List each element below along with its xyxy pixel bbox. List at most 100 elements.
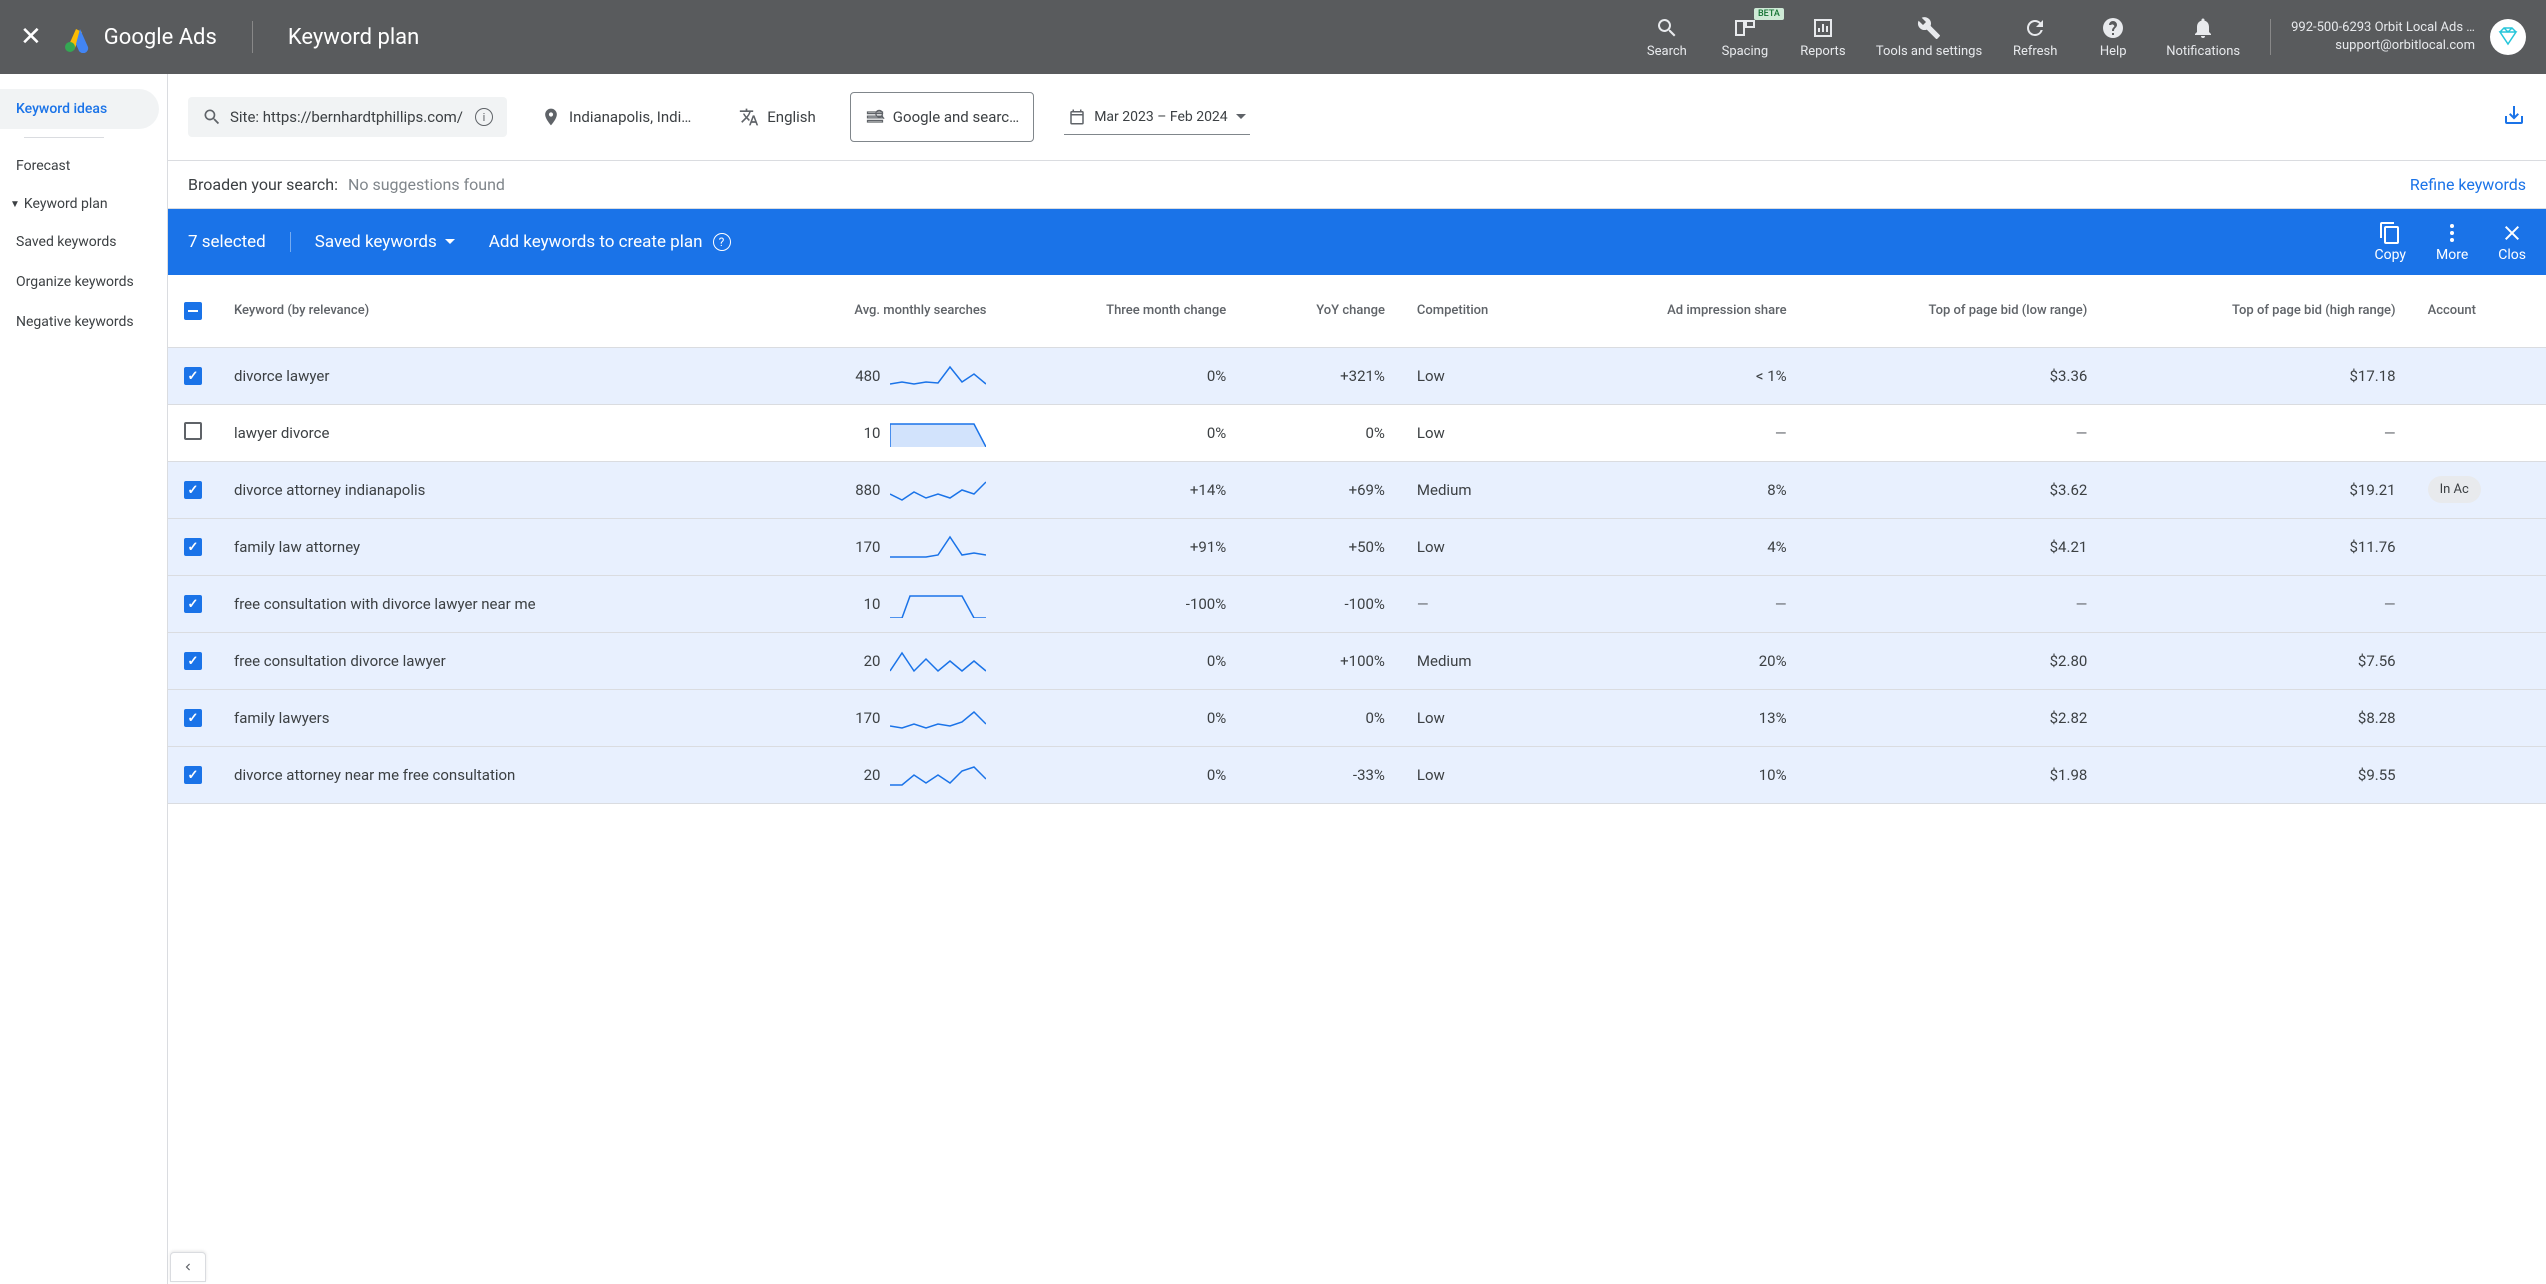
calendar-icon xyxy=(1068,108,1086,126)
keyword-table-wrap[interactable]: Keyword (by relevance) Avg. monthly sear… xyxy=(168,275,2546,1284)
nav-label: Reports xyxy=(1800,44,1845,59)
download-button[interactable] xyxy=(2502,103,2526,131)
search-icon xyxy=(1655,16,1679,40)
cell-three-month: +14% xyxy=(1002,461,1242,518)
row-checkbox[interactable] xyxy=(184,652,202,670)
broaden-label: Broaden your search: xyxy=(188,175,338,194)
copy-button[interactable]: Copy xyxy=(2375,221,2407,263)
add-keywords-button[interactable]: Add keywords to create plan ? xyxy=(479,232,731,252)
table-row[interactable]: family lawyers 170 0% 0% Low 13% $2.82 $… xyxy=(168,689,2546,746)
table-row[interactable]: divorce lawyer 480 0% +321% Low < 1% $3.… xyxy=(168,347,2546,404)
cell-three-month: 0% xyxy=(1002,347,1242,404)
col-bid-high[interactable]: Top of page bid (high range) xyxy=(2103,275,2411,347)
account-info[interactable]: 992-500-6293 Orbit Local Ads … support@o… xyxy=(2291,19,2475,55)
table-row[interactable]: family law attorney 170 +91% +50% Low 4%… xyxy=(168,518,2546,575)
sidebar-item-keyword-plan[interactable]: ▼ Keyword plan xyxy=(0,186,167,222)
cell-keyword: free consultation with divorce lawyer ne… xyxy=(218,575,744,632)
cell-yoy: 0% xyxy=(1242,689,1401,746)
scroll-left-button[interactable] xyxy=(170,1252,206,1282)
search-icon xyxy=(202,107,222,127)
cell-bid-high: — xyxy=(2103,575,2411,632)
col-keyword[interactable]: Keyword (by relevance) xyxy=(218,275,744,347)
refine-keywords-link[interactable]: Refine keywords xyxy=(2410,175,2526,194)
table-row[interactable]: lawyer divorce 10 0% 0% Low — — — xyxy=(168,404,2546,461)
cell-account xyxy=(2412,746,2546,803)
cell-yoy: +50% xyxy=(1242,518,1401,575)
nav-refresh[interactable]: Refresh xyxy=(2010,16,2060,59)
select-all-checkbox[interactable] xyxy=(184,302,202,320)
filter-language[interactable]: English xyxy=(725,97,830,137)
page-title: Keyword plan xyxy=(288,25,419,50)
col-three-month[interactable]: Three month change xyxy=(1002,275,1242,347)
col-searches[interactable]: Avg. monthly searches xyxy=(744,275,1003,347)
table-row[interactable]: divorce attorney indianapolis 880 +14% +… xyxy=(168,461,2546,518)
cell-three-month: 0% xyxy=(1002,689,1242,746)
cell-bid-high: $8.28 xyxy=(2103,689,2411,746)
row-checkbox[interactable] xyxy=(184,595,202,613)
table-row[interactable]: free consultation with divorce lawyer ne… xyxy=(168,575,2546,632)
cell-yoy: +321% xyxy=(1242,347,1401,404)
close-icon[interactable]: ✕ xyxy=(20,22,42,52)
sidebar-item-forecast[interactable]: Forecast xyxy=(0,146,167,186)
action-label: Copy xyxy=(2375,247,2407,263)
cell-impression: — xyxy=(1564,404,1803,461)
app-header: ✕ Google Ads Keyword plan Search BETA Sp… xyxy=(0,0,2546,74)
row-checkbox[interactable] xyxy=(184,422,202,440)
selection-count: 7 selected xyxy=(188,232,291,252)
nav-reports[interactable]: Reports xyxy=(1798,16,1848,59)
chevron-down-icon xyxy=(1236,114,1246,124)
logo-group[interactable]: Google Ads xyxy=(62,21,217,53)
filter-networks[interactable]: Google and searc… xyxy=(850,92,1034,142)
filter-location[interactable]: Indianapolis, Indi… xyxy=(527,97,705,137)
cell-bid-low: $3.62 xyxy=(1803,461,2104,518)
avatar[interactable] xyxy=(2490,19,2526,55)
row-checkbox[interactable] xyxy=(184,538,202,556)
cell-keyword: free consultation divorce lawyer xyxy=(218,632,744,689)
divider xyxy=(24,137,104,138)
filter-networks-label: Google and searc… xyxy=(893,108,1019,126)
row-checkbox[interactable] xyxy=(184,766,202,784)
filter-site[interactable]: Site: https://bernhardtphillips.com/ i xyxy=(188,97,507,137)
cell-bid-high: $11.76 xyxy=(2103,518,2411,575)
close-selection-button[interactable]: Clos xyxy=(2498,221,2526,263)
col-yoy[interactable]: YoY change xyxy=(1242,275,1401,347)
divider xyxy=(252,21,253,53)
cell-yoy: -33% xyxy=(1242,746,1401,803)
sidebar-item-keyword-ideas[interactable]: Keyword ideas xyxy=(0,89,159,129)
dropdown-label: Saved keywords xyxy=(315,232,437,252)
col-competition[interactable]: Competition xyxy=(1401,275,1564,347)
table-row[interactable]: divorce attorney near me free consultati… xyxy=(168,746,2546,803)
cell-competition: Low xyxy=(1401,746,1564,803)
nav-tools[interactable]: Tools and settings xyxy=(1876,16,1982,59)
filter-date-range[interactable]: Mar 2023 – Feb 2024 xyxy=(1064,100,1250,135)
col-bid-low[interactable]: Top of page bid (low range) xyxy=(1803,275,2104,347)
sidebar-item-saved-keywords[interactable]: Saved keywords xyxy=(0,222,167,262)
cell-bid-high: $17.18 xyxy=(2103,347,2411,404)
cell-competition: Medium xyxy=(1401,632,1564,689)
sidebar-item-negative-keywords[interactable]: Negative keywords xyxy=(0,302,167,342)
sidebar-item-organize-keywords[interactable]: Organize keywords xyxy=(0,262,167,302)
saved-keywords-dropdown[interactable]: Saved keywords xyxy=(291,232,479,252)
body: Keyword ideas Forecast ▼ Keyword plan Sa… xyxy=(0,74,2546,1284)
cell-keyword: family lawyers xyxy=(218,689,744,746)
row-checkbox[interactable] xyxy=(184,481,202,499)
date-range-label: Mar 2023 – Feb 2024 xyxy=(1094,109,1228,125)
table-row[interactable]: free consultation divorce lawyer 20 0% +… xyxy=(168,632,2546,689)
cell-impression: — xyxy=(1564,575,1803,632)
nav-notifications[interactable]: Notifications xyxy=(2166,16,2240,59)
row-checkbox[interactable] xyxy=(184,367,202,385)
more-button[interactable]: More xyxy=(2436,221,2468,263)
cell-account xyxy=(2412,404,2546,461)
nav-spacing[interactable]: BETA Spacing xyxy=(1720,16,1770,59)
row-checkbox[interactable] xyxy=(184,709,202,727)
col-impression[interactable]: Ad impression share xyxy=(1564,275,1803,347)
nav-search[interactable]: Search xyxy=(1642,16,1692,59)
sparkline-icon xyxy=(890,476,986,504)
col-account[interactable]: Account xyxy=(2412,275,2546,347)
cell-three-month: 0% xyxy=(1002,632,1242,689)
info-icon[interactable]: i xyxy=(475,108,493,126)
nav-label: Spacing xyxy=(1722,44,1769,59)
nav-help[interactable]: Help xyxy=(2088,16,2138,59)
cell-bid-low: — xyxy=(1803,404,2104,461)
help-icon[interactable]: ? xyxy=(713,233,731,251)
